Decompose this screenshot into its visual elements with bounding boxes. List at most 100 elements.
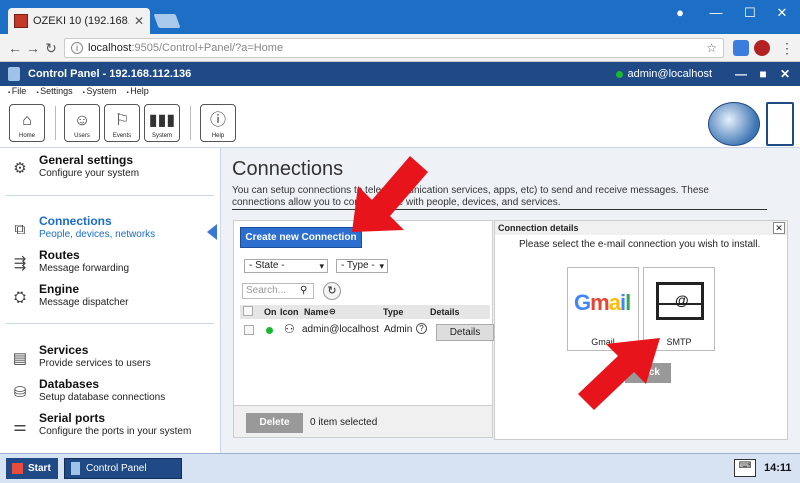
serial-icon: ⚌: [13, 418, 27, 435]
column-type: Type: [383, 307, 404, 317]
sidebar-divider: [6, 323, 214, 324]
start-icon: [12, 463, 23, 474]
user-status[interactable]: admin@localhost: [616, 62, 712, 86]
connection-details-panel: Connection details ✕ Please select the e…: [494, 220, 788, 440]
details-prompt: Please select the e-mail connection you …: [519, 239, 761, 250]
forward-icon[interactable]: →: [24, 39, 42, 57]
help-button[interactable]: ⓘ Help: [200, 104, 236, 142]
routes-icon: ⇶: [13, 255, 27, 272]
active-item-pointer-icon: [207, 224, 217, 240]
home-button[interactable]: ⌂ Home: [9, 104, 45, 142]
new-tab-button[interactable]: [153, 14, 181, 28]
system-button[interactable]: ▮▮▮ System: [144, 104, 180, 142]
menu-kebab-icon[interactable]: ⋮: [778, 39, 796, 57]
details-button[interactable]: Details: [436, 324, 494, 341]
events-button[interactable]: ⚐ Events: [104, 104, 140, 142]
sidebar-item-serial-ports[interactable]: ⚌ Serial ports Configure the ports in yo…: [0, 411, 220, 445]
column-on: On: [264, 307, 277, 317]
sort-icon[interactable]: ⊝: [329, 307, 336, 316]
browser-tab-bar: OZEKI 10 (192.168.112.13 ✕ ● — ☐ ✕: [0, 0, 800, 34]
server-logo-icon: [766, 102, 794, 146]
start-button[interactable]: Start: [6, 458, 58, 479]
browser-tab[interactable]: OZEKI 10 (192.168.112.13 ✕: [8, 8, 150, 34]
menu-file[interactable]: File: [8, 86, 27, 100]
taskbar-control-panel[interactable]: Control Panel: [64, 458, 182, 479]
toolbar-divider: [190, 106, 191, 140]
users-button[interactable]: ☺ Users: [64, 104, 100, 142]
info-icon[interactable]: i: [71, 42, 83, 54]
url-path: :9505/Control+Panel/?a=Home: [131, 42, 284, 54]
info-icon: ⓘ: [209, 112, 226, 129]
menu-help[interactable]: Help: [126, 86, 149, 100]
username: admin@localhost: [627, 68, 712, 80]
menu-bar: File Settings System Help: [0, 86, 800, 100]
url-host: localhost: [88, 42, 132, 54]
envelope-at-icon: @: [656, 282, 704, 320]
menu-settings[interactable]: Settings: [36, 86, 73, 100]
page-description: You can setup connections to telecommuni…: [232, 185, 709, 208]
back-button[interactable]: Back: [625, 363, 671, 383]
refresh-icon[interactable]: ↻: [323, 282, 341, 300]
sidebar-item-databases[interactable]: ⛁ Databases Setup database connections: [0, 377, 220, 411]
url-input[interactable]: i localhost:9505/Control+Panel/?a=Home ☆: [64, 38, 724, 58]
sidebar-item-engine[interactable]: ⛭ Engine Message dispatcher: [0, 282, 220, 316]
services-icon: ▤: [12, 350, 28, 367]
clock: 14:11: [764, 462, 792, 474]
smtp-tile[interactable]: @ SMTP: [643, 267, 715, 351]
sidebar-item-connections[interactable]: ⧉ Connections People, devices, networks: [0, 214, 220, 248]
column-details: Details: [430, 307, 460, 317]
ozeki-favicon-icon: [14, 14, 28, 28]
page-title: Connections: [232, 158, 344, 180]
app-close-button[interactable]: ✕: [776, 65, 794, 83]
user-icon: ⚇: [284, 322, 295, 336]
flag-icon: ⚐: [114, 112, 130, 129]
close-tab-icon[interactable]: ✕: [134, 14, 144, 28]
gmail-tile[interactable]: Gmail Gmail: [567, 267, 639, 351]
reload-icon[interactable]: ↻: [42, 39, 60, 57]
close-window-button[interactable]: ✕: [770, 4, 794, 22]
minimize-window-button[interactable]: —: [704, 4, 728, 22]
selected-count: 0 item selected: [310, 417, 378, 428]
database-icon: ⛁: [13, 384, 27, 401]
list-footer: Delete 0 item selected: [234, 405, 492, 437]
bookmark-star-icon[interactable]: ☆: [706, 41, 717, 55]
sidebar-item-routes[interactable]: ⇶ Routes Message forwarding: [0, 248, 220, 282]
sidebar-divider: [6, 195, 214, 196]
search-icon[interactable]: ⚲: [300, 285, 307, 296]
maximize-window-button[interactable]: ☐: [738, 4, 762, 22]
select-all-checkbox[interactable]: [243, 306, 253, 316]
delete-button[interactable]: Delete: [246, 413, 303, 433]
globe-logo-icon: [708, 102, 760, 146]
keyboard-icon[interactable]: ⌨: [734, 459, 756, 477]
gmail-logo-icon: Gmail: [574, 290, 631, 315]
status-on-icon: [266, 327, 273, 334]
translate-extension-icon[interactable]: [733, 40, 749, 56]
account-icon[interactable]: ●: [668, 4, 692, 22]
user-icon: ☺: [73, 112, 91, 129]
sidebar-item-general-settings[interactable]: ⚙ General settings Configure your system: [0, 153, 220, 187]
close-icon[interactable]: ✕: [773, 222, 785, 234]
details-header: Connection details: [495, 221, 787, 235]
type-filter-select[interactable]: - Type -: [336, 259, 388, 273]
app-title: Control Panel - 192.168.112.136: [28, 68, 192, 80]
menu-system[interactable]: System: [83, 86, 116, 100]
app-title-bar: Control Panel - 192.168.112.136 admin@lo…: [0, 62, 800, 86]
row-checkbox[interactable]: [244, 325, 254, 335]
sidebar-item-services[interactable]: ▤ Services Provide services to users: [0, 343, 220, 377]
back-icon[interactable]: ←: [6, 39, 24, 57]
connections-icon: ⧉: [14, 221, 26, 238]
app-minimize-button[interactable]: —: [732, 65, 750, 83]
state-filter-select[interactable]: - State -: [244, 259, 328, 273]
app-maximize-button[interactable]: ■: [754, 65, 772, 83]
create-connection-button[interactable]: Create new Connection: [240, 227, 362, 248]
address-bar: ← → ↻ i localhost:9505/Control+Panel/?a=…: [0, 34, 800, 62]
home-icon: ⌂: [22, 112, 32, 129]
sidebar: ⚙ General settings Configure your system…: [0, 148, 220, 453]
engine-icon: ⛭: [13, 289, 26, 306]
connection-name: admin@localhost: [302, 324, 379, 335]
table-row[interactable]: ⚇ admin@localhost Admin ? Details: [240, 321, 494, 341]
taskbar: Start Control Panel ⌨ 14:11: [0, 453, 800, 483]
help-question-icon[interactable]: ?: [416, 323, 427, 334]
ublock-extension-icon[interactable]: [754, 40, 770, 56]
column-name[interactable]: Name: [304, 307, 329, 317]
